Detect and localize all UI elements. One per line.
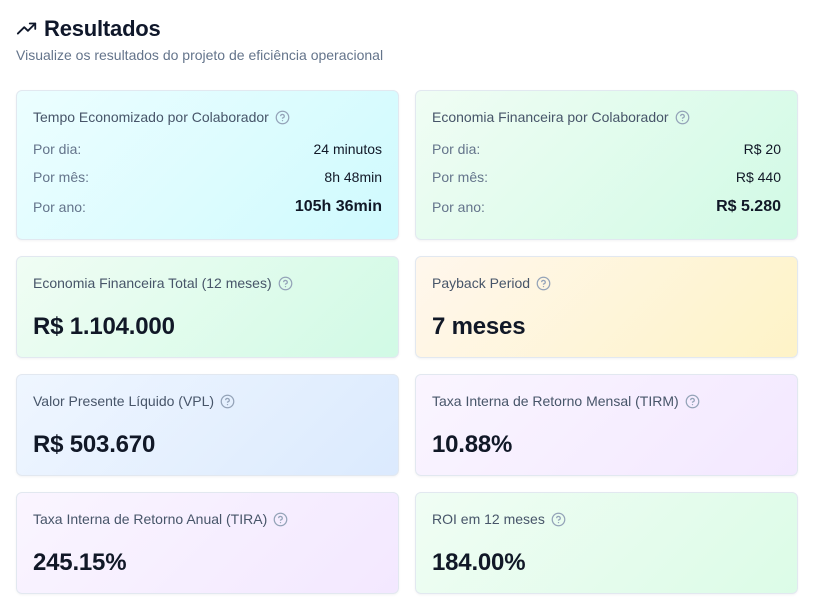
time-saved-title: Tempo Economizado por Colaborador bbox=[33, 109, 269, 125]
irr-annual-card: Taxa Interna de Retorno Anual (TIRA) 245… bbox=[16, 492, 399, 594]
time-saved-rows: Por dia: 24 minutos Por mês: 8h 48min Po… bbox=[33, 135, 382, 223]
money-saved-card: Economia Financeira por Colaborador Por … bbox=[415, 90, 798, 240]
row-per-year: Por ano: R$ 5.280 bbox=[432, 191, 781, 223]
metric-title: Valor Presente Líquido (VPL) bbox=[33, 393, 215, 409]
metric-value: 184.00% bbox=[432, 549, 526, 576]
card-title: Taxa Interna de Retorno Mensal (TIRM) bbox=[432, 391, 781, 411]
title-row: Resultados bbox=[16, 14, 383, 44]
metric-value: 7 meses bbox=[432, 313, 526, 340]
row-value: 105h 36min bbox=[294, 198, 382, 215]
results-page: Resultados Visualize os resultados do pr… bbox=[0, 0, 814, 610]
help-circle-icon[interactable] bbox=[275, 110, 290, 125]
money-saved-title: Economia Financeira por Colaborador bbox=[432, 109, 669, 125]
payback-card: Payback Period 7 meses bbox=[415, 256, 798, 358]
metric-title: Payback Period bbox=[432, 275, 531, 291]
row-label: Por mês: bbox=[33, 169, 90, 185]
metric-title: Taxa Interna de Retorno Mensal (TIRM) bbox=[432, 393, 679, 409]
metric-title: Taxa Interna de Retorno Anual (TIRA) bbox=[33, 511, 268, 527]
row-value: R$ 20 bbox=[743, 141, 781, 157]
metric-value: R$ 503.670 bbox=[33, 431, 156, 458]
row-value: R$ 5.280 bbox=[716, 198, 781, 215]
irr-monthly-card: Taxa Interna de Retorno Mensal (TIRM) 10… bbox=[415, 374, 798, 476]
money-saved-rows: Por dia: R$ 20 Por mês: R$ 440 Por ano: … bbox=[432, 135, 781, 223]
page-title: Resultados bbox=[44, 16, 161, 41]
row-label: Por ano: bbox=[432, 199, 485, 215]
row-label: Por ano: bbox=[33, 199, 86, 215]
time-saved-card: Tempo Economizado por Colaborador Por di… bbox=[16, 90, 399, 240]
help-circle-icon[interactable] bbox=[675, 110, 690, 125]
row-value: 24 minutos bbox=[313, 141, 382, 157]
metric-title: Economia Financeira Total (12 meses) bbox=[33, 275, 272, 291]
help-circle-icon[interactable] bbox=[536, 276, 551, 291]
row-value: R$ 440 bbox=[735, 169, 781, 185]
card-title: ROI em 12 meses bbox=[432, 509, 781, 529]
row-per-day: Por dia: 24 minutos bbox=[33, 135, 382, 163]
npv-card: Valor Presente Líquido (VPL) R$ 503.670 bbox=[16, 374, 399, 476]
trending-up-icon bbox=[16, 22, 37, 35]
row-value: 8h 48min bbox=[324, 169, 382, 185]
results-header: Resultados Visualize os resultados do pr… bbox=[16, 14, 383, 63]
card-title: Economia Financeira Total (12 meses) bbox=[33, 273, 382, 293]
row-per-month: Por mês: R$ 440 bbox=[432, 163, 781, 191]
row-label: Por mês: bbox=[432, 169, 489, 185]
metric-value: 10.88% bbox=[432, 431, 513, 458]
help-circle-icon[interactable] bbox=[220, 394, 235, 409]
metric-value: 245.15% bbox=[33, 549, 127, 576]
card-title: Valor Presente Líquido (VPL) bbox=[33, 391, 382, 411]
row-per-month: Por mês: 8h 48min bbox=[33, 163, 382, 191]
help-circle-icon[interactable] bbox=[551, 512, 566, 527]
roi-card: ROI em 12 meses 184.00% bbox=[415, 492, 798, 594]
total-savings-card: Economia Financeira Total (12 meses) R$ … bbox=[16, 256, 399, 358]
row-per-year: Por ano: 105h 36min bbox=[33, 191, 382, 223]
row-label: Por dia: bbox=[33, 141, 82, 157]
help-circle-icon[interactable] bbox=[685, 394, 700, 409]
card-title: Tempo Economizado por Colaborador bbox=[33, 107, 382, 127]
card-title: Taxa Interna de Retorno Anual (TIRA) bbox=[33, 509, 382, 529]
page-subtitle: Visualize os resultados do projeto de ef… bbox=[16, 47, 384, 63]
row-per-day: Por dia: R$ 20 bbox=[432, 135, 781, 163]
metric-value: R$ 1.104.000 bbox=[33, 313, 175, 340]
metric-title: ROI em 12 meses bbox=[432, 511, 545, 527]
help-circle-icon[interactable] bbox=[278, 276, 293, 291]
help-circle-icon[interactable] bbox=[273, 512, 288, 527]
card-title: Economia Financeira por Colaborador bbox=[432, 107, 781, 127]
card-title: Payback Period bbox=[432, 273, 781, 293]
row-label: Por dia: bbox=[432, 141, 481, 157]
